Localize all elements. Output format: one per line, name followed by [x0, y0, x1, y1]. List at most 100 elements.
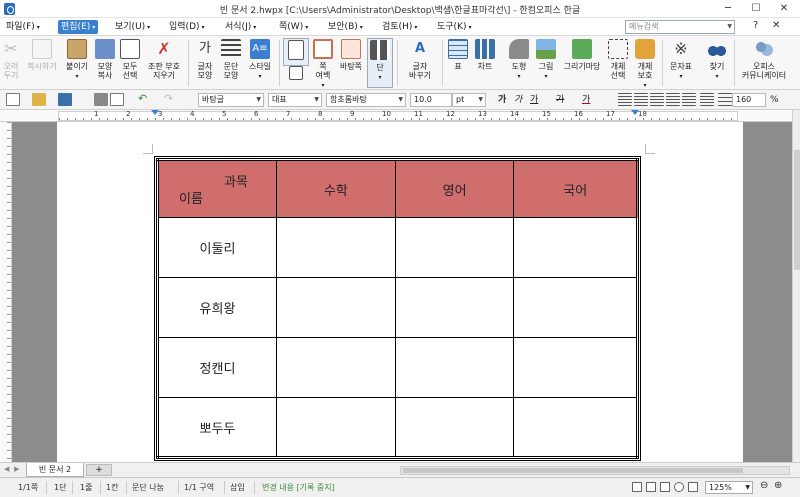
horizontal-scroll-thumb[interactable] [403, 468, 743, 473]
status-column[interactable]: 1칸 [106, 482, 118, 493]
close-window-button[interactable]: ✕ [770, 0, 798, 18]
align-distribute-icon[interactable] [682, 93, 696, 106]
page-button[interactable] [285, 66, 307, 86]
vertical-scroll-thumb[interactable] [794, 150, 800, 270]
menu-view[interactable]: 보기(U) ▾ [112, 20, 153, 34]
cut-button[interactable]: ✂ 오려 두기 [0, 38, 22, 88]
save-icon[interactable] [58, 93, 72, 106]
redo-icon[interactable]: ↷ [164, 93, 178, 106]
menu-tools[interactable]: 도구(K) ▾ [434, 20, 475, 34]
page-layout-button[interactable] [283, 38, 309, 66]
format-painter-button[interactable]: 모양 복사 [93, 38, 117, 88]
menu-edit[interactable]: 편집(E) ▾ [58, 20, 99, 34]
score-cell[interactable] [513, 337, 638, 398]
diagonal-header-cell[interactable]: 과목 이름 [157, 159, 277, 218]
status-line[interactable]: 1줄 [80, 482, 92, 493]
open-folder-icon[interactable] [32, 93, 46, 106]
status-track-changes[interactable]: 변경 내용 [기록 중지] [262, 482, 335, 493]
style-button[interactable]: A≡ 스타일 ▾ [245, 38, 275, 88]
office-communicator-button[interactable]: 오피스 커뮤니케이터 [737, 38, 791, 88]
master-page-button[interactable]: 바탕쪽 [337, 38, 365, 88]
status-para-break[interactable]: 문단 나눔 [132, 482, 164, 493]
name-cell[interactable]: 정캔디 [157, 337, 277, 398]
full-view-icon[interactable] [688, 482, 698, 492]
page[interactable]: 과목 이름 수학 영어 국어 이둘리 유희왕 정캔디 뽀두두 [57, 122, 743, 462]
score-cell[interactable] [394, 277, 515, 338]
score-cell[interactable] [276, 397, 396, 458]
underline-button[interactable]: 가 [530, 93, 538, 107]
status-section[interactable]: 1단 [54, 482, 66, 493]
status-area[interactable]: 1/1 구역 [184, 482, 214, 493]
name-cell[interactable]: 뽀두두 [157, 397, 277, 458]
grade-table[interactable]: 과목 이름 수학 영어 국어 이둘리 유희왕 정캔디 뽀두두 [154, 156, 641, 461]
tab-next-icon[interactable]: ▶ [14, 465, 19, 473]
align-left-icon[interactable] [634, 93, 648, 106]
vertical-ruler[interactable] [0, 122, 12, 462]
align-center-icon[interactable] [666, 93, 680, 106]
picture-button[interactable]: 그림 ▾ [534, 38, 558, 88]
char-shape-button[interactable]: 가 글자 모양 [193, 38, 217, 88]
margin-button[interactable]: 쪽 여백 ▾ [311, 38, 335, 89]
line-spacing-unit[interactable]: % [770, 93, 779, 107]
menu-page[interactable]: 쪽(W) ▾ [276, 20, 311, 34]
page-view-icon[interactable] [646, 482, 656, 492]
zoom-out-icon[interactable]: ⊖ [760, 480, 768, 491]
score-cell[interactable] [394, 217, 515, 278]
menu-file[interactable]: 파일(F) ▾ [3, 20, 43, 34]
name-cell[interactable]: 유희왕 [157, 277, 277, 338]
menu-review[interactable]: 검토(H) ▾ [379, 20, 420, 34]
score-cell[interactable] [276, 217, 396, 278]
object-lock-button[interactable]: 개체 보호 ▾ [632, 38, 658, 89]
find-button[interactable]: 찾기 ▾ [704, 38, 730, 88]
score-cell[interactable] [513, 397, 638, 458]
print-icon[interactable] [94, 93, 108, 106]
name-cell[interactable]: 이둘리 [157, 217, 277, 278]
maximize-button[interactable]: ☐ [742, 0, 770, 18]
status-page[interactable]: 1/1쪽 [18, 482, 38, 493]
zoom-in-icon[interactable]: ⊕ [774, 480, 782, 491]
minimize-button[interactable]: ─ [714, 0, 742, 18]
shape-button[interactable]: 도형 ▾ [506, 38, 532, 88]
table-button[interactable]: 표 [447, 38, 469, 88]
vertical-scrollbar[interactable] [792, 110, 800, 462]
paste-button[interactable]: 붙이기 ▾ [62, 38, 92, 88]
undo-icon[interactable]: ↶ [138, 93, 152, 106]
align-justify-icon[interactable] [618, 93, 632, 106]
para-shape-button[interactable]: 문단 모양 [219, 38, 243, 88]
subject-cell-math[interactable]: 수학 [276, 159, 396, 218]
style-select[interactable]: 바탕글 ▼ [198, 93, 264, 107]
select-all-button[interactable]: 모두 선택 [118, 38, 142, 88]
horizontal-ruler[interactable]: 1 2 3 4 5 6 7 8 9 10 11 12 13 14 15 16 17 18 [0, 110, 792, 122]
document-area[interactable]: 과목 이름 수학 영어 국어 이둘리 유희왕 정캔디 뽀두두 [12, 122, 792, 462]
add-tab-button[interactable]: + [86, 464, 112, 476]
zoom-select[interactable]: 125% ▼ [705, 481, 753, 494]
score-cell[interactable] [394, 337, 515, 398]
web-view-icon[interactable] [674, 482, 684, 492]
close-doc-icon[interactable]: ✕ [772, 20, 780, 31]
score-cell[interactable] [394, 397, 515, 458]
font-size-input[interactable]: 10.0 [410, 93, 452, 107]
erase-codes-button[interactable]: ✗ 조판 부호 지우기 [144, 38, 184, 88]
menu-search-input[interactable]: 메뉴검색 ▼ [625, 20, 735, 34]
align-right-icon[interactable] [650, 93, 664, 106]
script-select[interactable]: 대표 ▼ [268, 93, 322, 107]
copy-button[interactable]: 복사하기 [24, 38, 60, 88]
tab-prev-icon[interactable]: ◀ [4, 465, 9, 473]
clipart-button[interactable]: 그리기마당 [560, 38, 604, 88]
menu-format[interactable]: 서식(J) ▾ [222, 20, 259, 34]
preview-icon[interactable] [110, 93, 124, 106]
align-divide-icon[interactable] [700, 93, 714, 106]
menu-insert[interactable]: 입력(D) ▾ [166, 20, 208, 34]
normal-view-icon[interactable] [632, 482, 642, 492]
score-cell[interactable] [513, 277, 638, 338]
italic-button[interactable]: 가 [514, 93, 522, 107]
chart-button[interactable]: 차트 [473, 38, 497, 88]
font-select[interactable]: 함초롬바탕 ▼ [326, 93, 406, 107]
subject-cell-english[interactable]: 영어 [394, 159, 515, 218]
score-cell[interactable] [276, 337, 396, 398]
help-icon[interactable]: ? [753, 20, 758, 31]
score-cell[interactable] [276, 277, 396, 338]
tab-document-2[interactable]: 빈 문서 2 [26, 463, 84, 477]
columns-button[interactable]: 단 ▾ [367, 38, 393, 88]
strikethrough-button[interactable]: 가 [556, 93, 564, 107]
